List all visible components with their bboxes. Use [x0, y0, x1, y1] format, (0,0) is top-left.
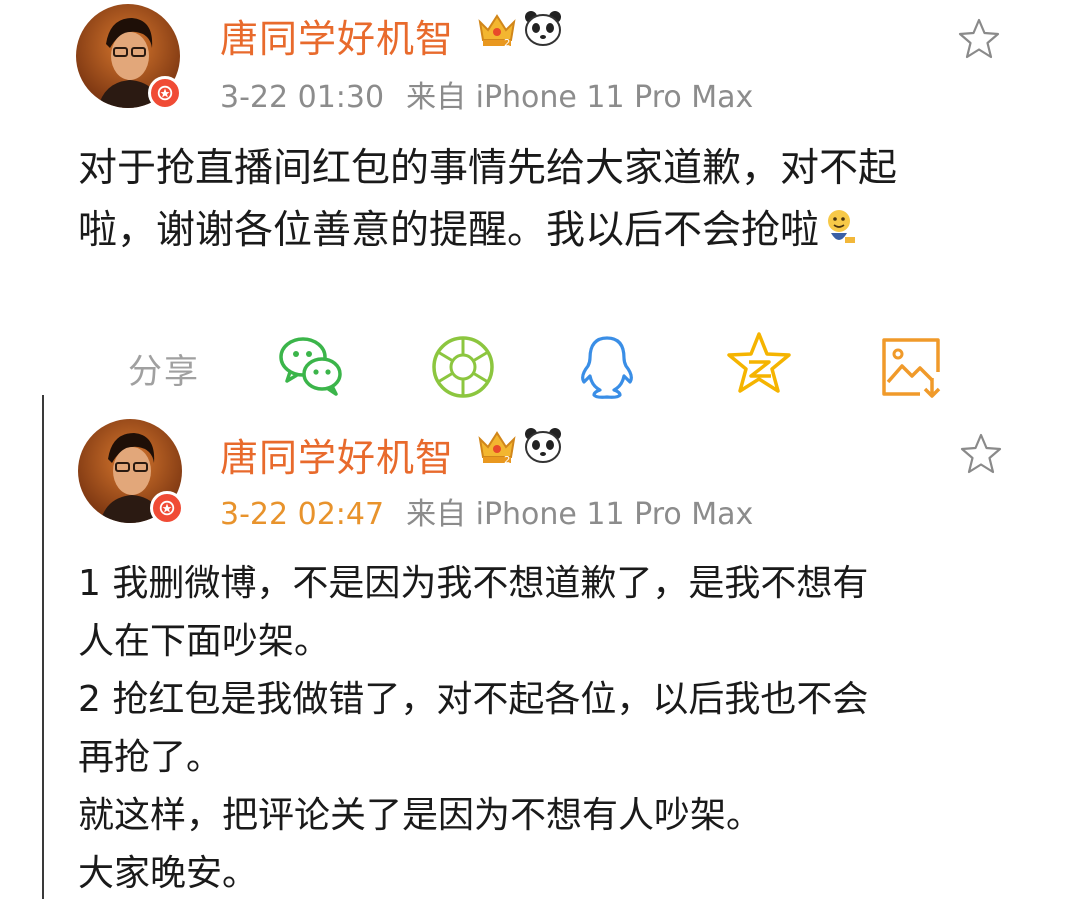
verified-badge-icon	[150, 491, 184, 525]
crown-member-icon: 2	[478, 14, 516, 49]
username[interactable]: 唐同学好机智	[220, 8, 454, 63]
share-label: 分享	[128, 352, 200, 392]
verified-badge-icon	[148, 76, 182, 110]
post-meta: 3-22 01:30 来自 iPhone 11 Pro Max	[220, 72, 753, 116]
weibo-post-2: 唐同学好机智 2 3-22 02:47 来自 iPhone 11 Pro Max …	[0, 395, 1080, 899]
post-text: 对于抢直播间红包的事情先给大家道歉，对不起 啦，谢谢各位善意的提醒。我以后不会抢…	[78, 146, 898, 253]
qq-icon[interactable]	[572, 332, 642, 402]
post-source: 来自 iPhone 11 Pro Max	[406, 80, 754, 115]
favorite-star-icon[interactable]	[956, 16, 1002, 62]
username[interactable]: 唐同学好机智	[220, 427, 454, 482]
avatar[interactable]	[76, 4, 182, 110]
post-source: 来自 iPhone 11 Pro Max	[406, 497, 754, 532]
emoji-sticker-icon	[828, 210, 856, 243]
moments-icon[interactable]	[428, 332, 498, 402]
avatar[interactable]	[78, 419, 184, 525]
crown-member-icon: 2	[478, 431, 516, 466]
weibo-post-1: 唐同学好机智 2 3-22 01:30 来自 iPhone 11 Pro Max …	[0, 0, 1080, 399]
svg-text:2: 2	[504, 455, 510, 466]
post-time: 3-22 01:30	[220, 80, 385, 115]
save-image-icon[interactable]	[876, 332, 946, 402]
panda-icon	[525, 11, 561, 46]
svg-text:2: 2	[504, 38, 510, 49]
panda-icon	[525, 428, 561, 463]
post-meta: 3-22 02:47 来自 iPhone 11 Pro Max	[220, 489, 753, 533]
post-time: 3-22 02:47	[220, 497, 385, 532]
post-content: 1 我删微博，不是因为我不想道歉了，是我不想有 人在下面吵架。 2 抢红包是我做…	[78, 563, 869, 894]
wechat-icon[interactable]	[276, 330, 346, 400]
post-content: 对于抢直播间红包的事情先给大家道歉，对不起 啦，谢谢各位善意的提醒。我以后不会抢…	[78, 138, 1038, 262]
favorite-star-icon[interactable]	[958, 431, 1004, 477]
qzone-icon[interactable]	[724, 330, 794, 400]
